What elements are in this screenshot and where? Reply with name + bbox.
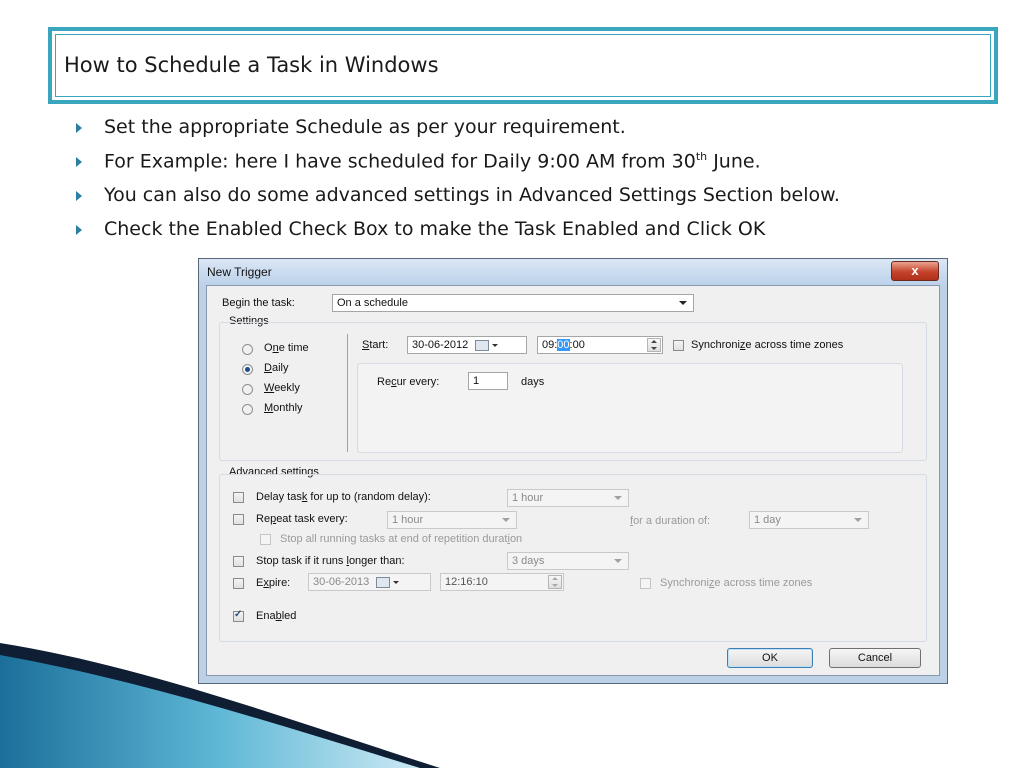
bullet-item: Check the Enabled Check Box to make the …	[76, 216, 1006, 250]
begin-task-label: Begin the task:	[222, 297, 295, 309]
expire-sync-checkbox[interactable]	[640, 578, 651, 589]
bullet-text: You can also do some advanced settings i…	[104, 184, 840, 206]
stop-all-running-checkbox[interactable]	[260, 534, 271, 545]
spinner-arrows-icon[interactable]	[647, 338, 661, 352]
expire-date-picker[interactable]: 30-06-2013	[308, 573, 431, 591]
radio-daily[interactable]	[242, 364, 253, 375]
slide-title-box: How to Schedule a Task in Windows	[48, 27, 998, 104]
radio-weekly-label: Weekly	[264, 382, 300, 394]
stop-task-label: Stop task if it runs longer than:	[256, 555, 405, 567]
bullet-arrow-icon	[76, 225, 82, 235]
recur-every-input[interactable]: 1	[468, 372, 508, 390]
radio-weekly[interactable]	[242, 384, 253, 395]
stop-all-running-label: Stop all running tasks at end of repetit…	[280, 533, 523, 545]
settings-separator	[347, 334, 348, 452]
expire-checkbox[interactable]	[233, 578, 244, 589]
recur-unit-label: days	[521, 376, 545, 388]
begin-task-dropdown[interactable]: On a schedule	[332, 294, 694, 312]
radio-monthly-label: Monthly	[264, 402, 303, 414]
bullet-arrow-icon	[76, 191, 82, 201]
stop-task-checkbox[interactable]	[233, 556, 244, 567]
calendar-icon	[475, 339, 490, 351]
bullet-item: You can also do some advanced settings i…	[76, 182, 1006, 216]
expire-label: Expire:	[256, 577, 291, 589]
start-time-field[interactable]: 09:00:00	[537, 336, 663, 354]
delay-duration-dropdown[interactable]: 1 hour	[507, 489, 629, 507]
time-selection: 00	[557, 339, 570, 351]
bullet-arrow-icon	[76, 123, 82, 133]
cancel-button[interactable]: Cancel	[829, 648, 921, 668]
chevron-down-icon	[854, 518, 862, 522]
repeat-task-label: Repeat task every:	[256, 513, 348, 525]
calendar-icon	[376, 576, 391, 588]
bullet-list: Set the appropriate Schedule as per your…	[76, 114, 1006, 250]
chevron-down-icon	[492, 343, 499, 347]
bullet-text: For Example: here I have scheduled for D…	[104, 150, 761, 173]
ok-button[interactable]: OK	[727, 648, 813, 668]
expire-sync-label: Synchronize across time zones	[660, 577, 813, 589]
duration-dropdown[interactable]: 1 day	[749, 511, 869, 529]
sync-time-zones-label: Synchronize across time zones	[691, 339, 844, 351]
dialog-client-area: Begin the task: On a schedule Settings O…	[206, 285, 940, 676]
begin-task-value: On a schedule	[337, 297, 408, 309]
bullet-text: Check the Enabled Check Box to make the …	[104, 218, 766, 240]
enabled-checkbox[interactable]	[233, 609, 244, 622]
duration-label: for a duration of:	[630, 515, 711, 527]
dialog-title: New Trigger	[207, 265, 272, 279]
start-date-picker[interactable]: 30-06-2012	[407, 336, 527, 354]
bullet-item: Set the appropriate Schedule as per your…	[76, 114, 1006, 148]
spinner-arrows-icon[interactable]	[548, 575, 562, 589]
slide-title: How to Schedule a Task in Windows	[64, 53, 439, 77]
dialog-titlebar[interactable]: New Trigger x	[199, 259, 947, 285]
chevron-down-icon	[679, 301, 687, 305]
radio-one-time[interactable]	[242, 344, 253, 355]
stop-task-duration-dropdown[interactable]: 3 days	[507, 552, 629, 570]
radio-one-time-label: One time	[264, 342, 309, 354]
new-trigger-dialog: New Trigger x Begin the task: On a sched…	[198, 258, 948, 684]
enabled-label: Enabled	[256, 610, 297, 622]
delay-task-label: Delay task for up to (random delay):	[256, 491, 431, 503]
recur-every-label: Recur every:	[377, 376, 440, 388]
delay-task-checkbox[interactable]	[233, 492, 244, 503]
start-date-value: 30-06-2012	[412, 339, 469, 351]
expire-time-field[interactable]: 12:16:10	[440, 573, 564, 591]
chevron-down-icon	[502, 518, 510, 522]
bullet-text: Set the appropriate Schedule as per your…	[104, 116, 626, 138]
radio-daily-label: Daily	[264, 362, 289, 374]
chevron-down-icon	[393, 580, 400, 584]
radio-monthly[interactable]	[242, 404, 253, 415]
start-label: Start:	[362, 339, 389, 351]
repeat-interval-dropdown[interactable]: 1 hour	[387, 511, 517, 529]
sync-time-zones-checkbox[interactable]	[673, 340, 684, 351]
close-button[interactable]: x	[891, 261, 939, 281]
chevron-down-icon	[614, 496, 622, 500]
chevron-down-icon	[614, 559, 622, 563]
bullet-arrow-icon	[76, 157, 82, 167]
repeat-task-checkbox[interactable]	[233, 514, 244, 525]
bullet-item: For Example: here I have scheduled for D…	[76, 148, 1006, 182]
close-icon: x	[911, 263, 919, 278]
